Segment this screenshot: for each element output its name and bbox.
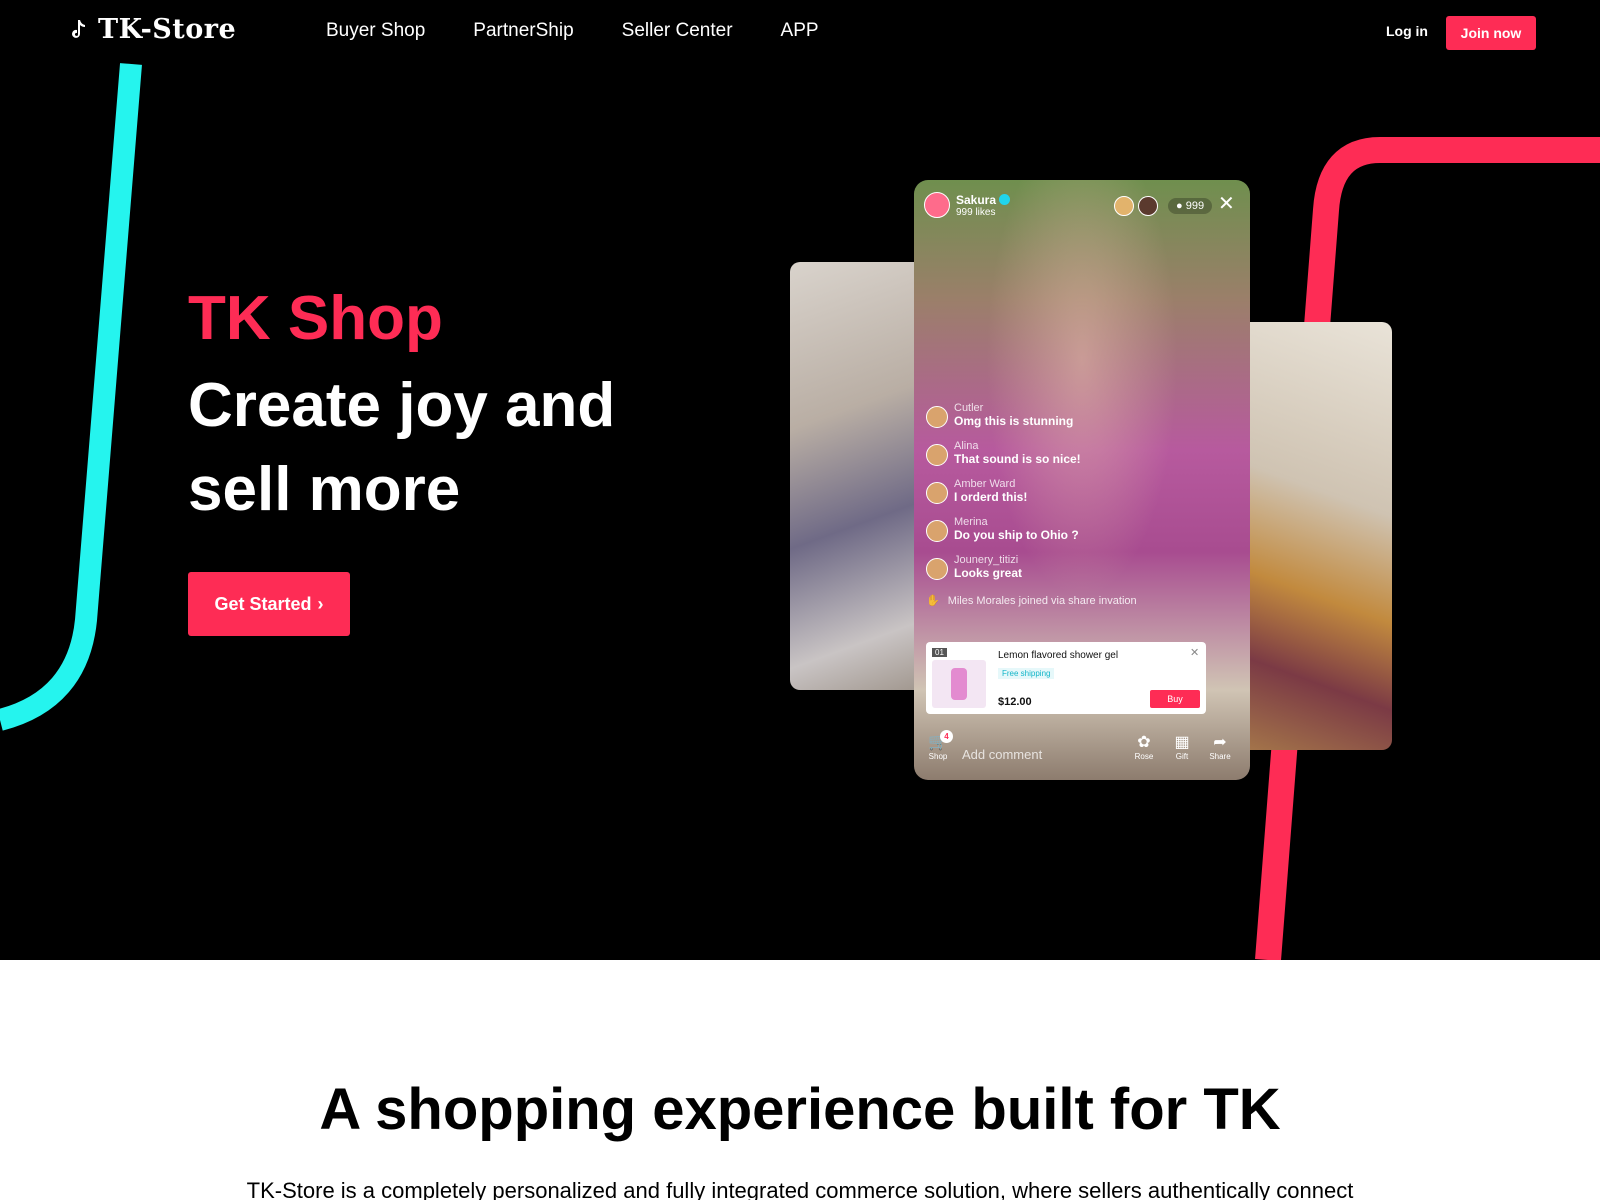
product-name: Lemon flavored shower gel <box>998 650 1119 661</box>
comment-item: Amber Ward I orderd this! <box>926 478 1226 516</box>
comment-text: Looks great <box>954 566 1023 580</box>
brand-name: TK-Store <box>98 14 237 45</box>
comment-user: Alina <box>954 440 979 452</box>
commenter-avatar <box>926 558 948 580</box>
join-notice: ✋ Miles Morales joined via share invatio… <box>926 594 1226 608</box>
product-price: $12.00 <box>998 696 1032 708</box>
share-label: Share <box>1209 752 1231 761</box>
comment-user: Jounery_titizi <box>954 554 1019 566</box>
nav-app[interactable]: APP <box>781 20 819 42</box>
hero-section: TK-Store Buyer Shop PartnerShip Seller C… <box>0 0 1600 960</box>
viewer-count-value: 999 <box>1185 200 1205 212</box>
rose-label: Rose <box>1134 752 1154 761</box>
comment-text: Do you ship to Ohio ? <box>954 528 1079 542</box>
viewer-avatar[interactable] <box>1138 196 1158 216</box>
nav-buyer-shop[interactable]: Buyer Shop <box>326 20 425 42</box>
cyan-ribbon <box>0 63 142 731</box>
brand-logo[interactable]: TK-Store <box>68 14 236 45</box>
person-icon: ● <box>1176 200 1183 212</box>
comment-item: Jounery_titizi Looks great <box>926 554 1226 592</box>
section-title: A shopping experience built for TK <box>319 1077 1281 1142</box>
login-link[interactable]: Log in <box>1386 23 1428 39</box>
comment-user: Amber Ward <box>954 478 1016 490</box>
get-started-button[interactable]: Get Started › <box>188 572 350 636</box>
wave-icon: ✋ <box>926 595 940 607</box>
rose-icon: ✿ <box>1137 734 1151 751</box>
shop-label: Shop <box>928 752 948 761</box>
join-notice-text: Miles Morales joined via share invation <box>947 594 1137 607</box>
comment-item: Alina That sound is so nice! <box>926 440 1226 478</box>
comment-text: That sound is so nice! <box>954 452 1081 466</box>
shop-button[interactable]: 🛒 4 Shop <box>922 730 954 761</box>
buy-button[interactable]: Buy <box>1150 690 1200 708</box>
intro-section: A shopping experience built for TK TK-St… <box>0 960 1600 1200</box>
chevron-right-icon: › <box>317 593 324 614</box>
host-info: Sakura 999 likes <box>924 192 1011 218</box>
comment-user: Merina <box>954 516 988 528</box>
music-note-logo-icon <box>72 19 85 38</box>
join-now-button[interactable]: Join now <box>1446 16 1536 50</box>
commenter-avatar <box>926 444 948 466</box>
creator-photo-left <box>790 262 930 690</box>
comment-item: Merina Do you ship to Ohio ? <box>926 516 1226 554</box>
verified-icon <box>999 193 1011 205</box>
share-icon: ➦ <box>1213 734 1227 751</box>
cart-count-badge: 4 <box>940 730 953 743</box>
main-nav: Buyer Shop PartnerShip Seller Center APP <box>326 20 819 42</box>
commenter-avatar <box>926 406 948 428</box>
comment-text: I orderd this! <box>954 490 1028 504</box>
host-likes: 999 likes <box>956 206 996 218</box>
product-card[interactable]: 01 Lemon flavored shower gel Free shippi… <box>926 642 1206 714</box>
rose-button[interactable]: ✿ Rose <box>1128 734 1160 761</box>
top-navigation-bar: TK-Store Buyer Shop PartnerShip Seller C… <box>0 0 1600 64</box>
hero-kicker: TK Shop <box>188 284 443 353</box>
comment-item: Cutler Omg this is stunning <box>926 402 1226 440</box>
live-stream-phone: Sakura 999 likes ● 999 ✕ Cutler Omg this … <box>914 180 1250 780</box>
section-description: TK-Store is a completely personalized an… <box>246 1178 1354 1200</box>
gift-icon: ▦ <box>1174 734 1190 751</box>
nav-partnership[interactable]: PartnerShip <box>473 20 573 42</box>
comment-text: Omg this is stunning <box>954 414 1074 428</box>
close-icon[interactable]: ✕ <box>1190 646 1199 659</box>
add-comment-input[interactable] <box>962 742 1112 766</box>
viewer-list: ● 999 <box>1114 196 1213 216</box>
viewer-avatar[interactable] <box>1114 196 1134 216</box>
nav-seller-center[interactable]: Seller Center <box>622 20 733 42</box>
gift-button[interactable]: ▦ Gift <box>1166 734 1198 761</box>
live-action-bar: 🛒 4 Shop ✿ Rose ▦ Gift ➦ Share <box>914 728 1250 780</box>
hero-copy: TK Shop Create joy and sell more <box>188 288 658 532</box>
share-button[interactable]: ➦ Share <box>1204 734 1236 761</box>
creator-photo-right <box>1232 322 1392 750</box>
gift-label: Gift <box>1175 752 1189 761</box>
commenter-avatar <box>926 482 948 504</box>
hero-headline: Create joy and sell more <box>188 371 616 524</box>
comment-feed: Cutler Omg this is stunning Alina That sou… <box>926 402 1226 607</box>
free-shipping-badge: Free shipping <box>998 668 1055 679</box>
product-thumbnail <box>932 660 986 708</box>
comment-user: Cutler <box>954 402 984 414</box>
commenter-avatar <box>926 520 948 542</box>
get-started-label: Get Started <box>214 593 312 614</box>
product-number: 01 <box>932 648 947 657</box>
viewer-count: ● 999 <box>1168 198 1213 214</box>
host-avatar[interactable] <box>924 192 950 218</box>
host-name: Sakura <box>956 192 997 207</box>
close-icon[interactable]: ✕ <box>1218 194 1235 214</box>
